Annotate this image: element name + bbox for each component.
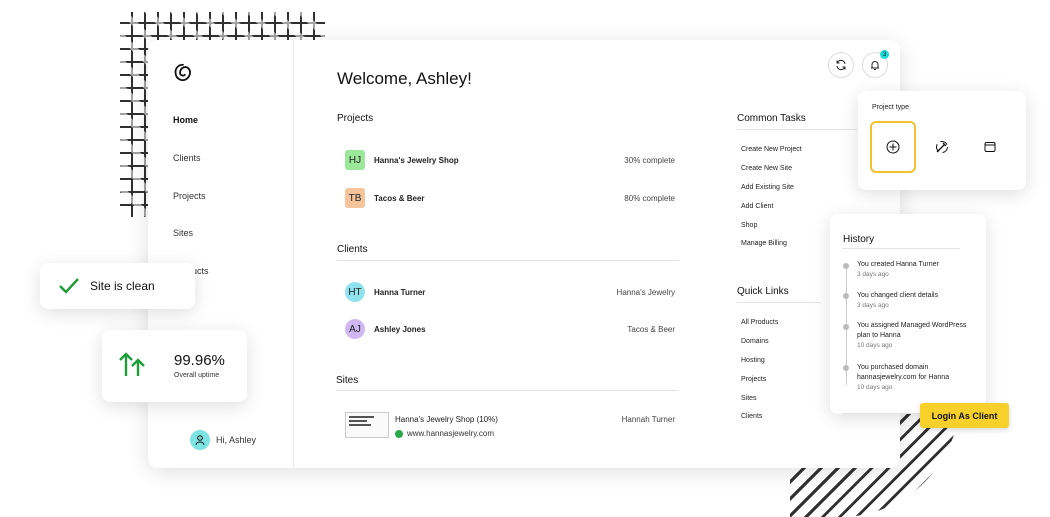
quick-link[interactable]: All Products [741, 319, 778, 326]
project-status: 80% complete [624, 193, 675, 203]
dashboard-window: Home Clients Projects Sites Products Hi,… [148, 40, 900, 468]
client-initials: HT [345, 282, 365, 302]
divider [842, 248, 960, 249]
common-tasks-title: Common Tasks [737, 113, 806, 124]
site-url[interactable]: www.hannasjewelry.com [395, 429, 494, 438]
timeline-dot [843, 293, 849, 299]
project-initials: HJ [345, 150, 365, 170]
history-item-text: You changed client details [857, 292, 939, 299]
project-row[interactable]: TB Tacos & Beer 80% complete [345, 188, 675, 208]
history-item-time: 3 days ago [857, 271, 889, 278]
globe-icon [395, 429, 403, 438]
sidebar-item-home[interactable]: Home [173, 115, 198, 125]
history-item-time: 10 days ago [857, 342, 893, 349]
task-link[interactable]: Add Client [741, 203, 773, 210]
task-link[interactable]: Shop [741, 222, 757, 229]
history-item: You purchased domain hannasjewelry.com f… [857, 363, 975, 393]
uptime-label: Overall uptime [174, 372, 220, 379]
client-name: Hanna Turner [374, 287, 426, 297]
refresh-icon [836, 59, 846, 71]
user-greeting: Hi, Ashley [216, 435, 257, 445]
plus-circle-icon [886, 140, 900, 154]
quick-link[interactable]: Sites [741, 395, 757, 402]
check-icon [59, 278, 79, 294]
page-title: Welcome, Ashley! [337, 69, 472, 88]
client-initials: AJ [345, 319, 365, 339]
history-title: History [843, 234, 875, 245]
history-item-time: 10 days ago [857, 384, 893, 391]
quick-links-title: Quick Links [737, 286, 789, 297]
client-company: Tacos & Beer [627, 324, 675, 334]
godaddy-logo-icon [174, 63, 191, 82]
sites-title: Sites [336, 375, 359, 386]
timeline-dot [843, 263, 849, 269]
client-row[interactable]: HT Hanna Turner Hanna's Jewelry [345, 282, 675, 302]
project-type-card: Project type [858, 91, 1026, 190]
divider [336, 390, 678, 391]
site-thumbnail [345, 412, 389, 438]
sidebar-item-sites[interactable]: Sites [173, 228, 193, 238]
project-name: Tacos & Beer [374, 193, 425, 203]
bell-icon [871, 61, 879, 70]
project-status: 30% complete [624, 155, 675, 165]
divider [337, 260, 679, 261]
quick-link[interactable]: Clients [741, 413, 762, 420]
sidebar-item-clients[interactable]: Clients [173, 153, 201, 163]
task-link[interactable]: Create New Site [741, 165, 792, 172]
timeline-dot [843, 324, 849, 330]
site-name: Hanna's Jewelry Shop (10%) [395, 415, 498, 424]
sidebar-item-projects[interactable]: Projects [173, 191, 206, 201]
task-link[interactable]: Add Existing Site [741, 184, 794, 191]
refresh-button[interactable] [828, 52, 854, 78]
divider [737, 302, 821, 303]
user-menu[interactable]: Hi, Ashley [190, 430, 256, 450]
uptime-card: 99.96% Overall uptime [102, 330, 247, 402]
site-row[interactable]: Hanna's Jewelry Shop (10%) www.hannasjew… [345, 412, 675, 442]
project-name: Hanna's Jewelry Shop [374, 155, 459, 165]
history-item-time: 3 days ago [857, 302, 889, 309]
site-url-text: www.hannasjewelry.com [407, 429, 494, 438]
projects-title: Projects [337, 113, 374, 124]
client-name: Ashley Jones [374, 324, 426, 334]
login-as-client-button[interactable]: Login As Client [920, 403, 1009, 428]
quick-link[interactable]: Hosting [741, 357, 765, 364]
task-link[interactable]: Manage Billing [741, 240, 787, 247]
task-link[interactable]: Create New Project [741, 146, 802, 153]
quick-link[interactable]: Projects [741, 376, 766, 383]
clients-title: Clients [337, 244, 368, 255]
uptime-value: 99.96% [174, 352, 225, 369]
quick-link[interactable]: Domains [741, 338, 769, 345]
project-row[interactable]: HJ Hanna's Jewelry Shop 30% complete [345, 150, 675, 170]
browser-window-icon [984, 142, 996, 152]
project-type-title: Project type [872, 104, 909, 111]
project-type-new-option[interactable] [870, 121, 916, 173]
history-item: You assigned Managed WordPress plan to H… [857, 321, 975, 351]
notifications-button[interactable]: 3 [862, 50, 889, 78]
divider [737, 129, 857, 130]
sidebar: Home Clients Projects Sites Products Hi,… [148, 40, 294, 468]
client-row[interactable]: AJ Ashley Jones Tacos & Beer [345, 319, 675, 339]
user-icon [195, 435, 205, 446]
notification-badge: 3 [880, 50, 889, 59]
site-status-label: Site is clean [90, 279, 155, 293]
arrows-up-icon [119, 352, 145, 376]
history-item-text: You created Hanna Turner [857, 261, 939, 268]
history-card: History You created Hanna Turner 3 days … [830, 214, 986, 414]
project-initials: TB [345, 188, 365, 208]
project-type-site-option[interactable] [967, 121, 1013, 173]
project-type-design-option[interactable] [919, 121, 965, 173]
history-item: You created Hanna Turner 3 days ago [857, 260, 975, 280]
pen-icon [936, 141, 948, 153]
site-owner: Hannah Turner [621, 415, 675, 424]
history-item-text: You assigned Managed WordPress plan to H… [857, 322, 967, 339]
history-item-text: You purchased domain hannasjewelry.com f… [857, 364, 950, 381]
site-status-card: Site is clean [40, 263, 195, 309]
timeline-dot [843, 365, 849, 371]
client-company: Hanna's Jewelry [616, 287, 675, 297]
avatar [190, 430, 210, 450]
history-item: You changed client details 3 days ago [857, 291, 975, 311]
